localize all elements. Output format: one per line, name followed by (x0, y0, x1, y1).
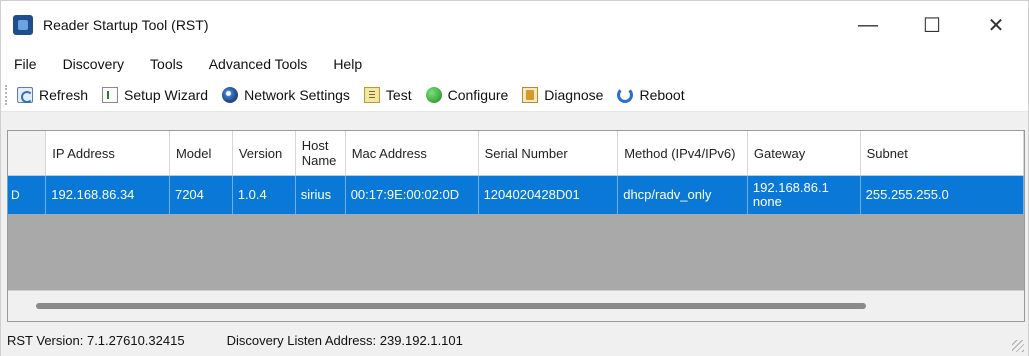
column-mac-address[interactable]: Mac Address (345, 131, 479, 176)
menu-advanced-tools[interactable]: Advanced Tools (196, 56, 321, 72)
reader-grid[interactable]: IP Address Model Version Host Name Mac A… (7, 130, 1025, 322)
discovery-address-label: Discovery Listen Address: 239.192.1.101 (226, 333, 463, 348)
network-settings-button[interactable]: Network Settings (222, 87, 350, 103)
cell-gateway[interactable]: 192.168.86.1 none (747, 175, 861, 214)
scrollbar-thumb[interactable] (36, 303, 866, 309)
row-header-corner (8, 131, 47, 176)
toolbar-grip[interactable] (5, 85, 11, 105)
reboot-button[interactable]: Reboot (617, 87, 685, 103)
resize-grip[interactable] (1012, 340, 1024, 352)
network-globe-icon (222, 87, 239, 103)
app-window: Reader Startup Tool (RST) — ☐ ✕ File Dis… (0, 0, 1029, 356)
app-logo-icon (13, 15, 33, 35)
cell-ip-address[interactable]: 192.168.86.34 (45, 175, 170, 214)
window-controls: — ☐ ✕ (836, 1, 1028, 49)
column-method[interactable]: Method (IPv4/IPv6) (617, 131, 748, 176)
rst-version-label: RST Version: 7.1.27610.32415 (7, 333, 185, 348)
wizard-icon (102, 87, 119, 103)
menu-help[interactable]: Help (320, 56, 375, 72)
network-settings-label: Network Settings (244, 87, 350, 103)
cell-serial-number[interactable]: 1204020428D01 (478, 175, 619, 214)
cell-host-name[interactable]: sirius (295, 175, 346, 214)
cell-version[interactable]: 1.0.4 (232, 175, 296, 214)
column-ip-address[interactable]: IP Address (45, 131, 170, 176)
reader-table: IP Address Model Version Host Name Mac A… (8, 131, 1024, 214)
refresh-label: Refresh (39, 87, 89, 103)
cell-subnet[interactable]: 255.255.255.0 (860, 175, 1024, 214)
menu-file[interactable]: File (1, 56, 50, 72)
menu-tools[interactable]: Tools (137, 56, 196, 72)
title-bar[interactable]: Reader Startup Tool (RST) — ☐ ✕ (1, 1, 1028, 49)
configure-button[interactable]: Configure (425, 87, 509, 103)
setup-wizard-button[interactable]: Setup Wizard (102, 87, 208, 103)
column-host-name[interactable]: Host Name (295, 131, 346, 176)
cell-mac-address[interactable]: 00:17:9E:00:02:0D (345, 175, 479, 214)
column-version[interactable]: Version (232, 131, 296, 176)
test-icon (363, 87, 380, 103)
column-subnet[interactable]: Subnet (860, 131, 1024, 176)
test-label: Test (385, 87, 412, 103)
configure-label: Configure (447, 87, 509, 103)
refresh-button[interactable]: Refresh (17, 87, 88, 103)
close-button[interactable]: ✕ (964, 1, 1028, 49)
reboot-icon (617, 87, 634, 103)
menu-discovery[interactable]: Discovery (50, 56, 137, 72)
diagnose-label: Diagnose (544, 87, 604, 103)
column-gateway[interactable]: Gateway (747, 131, 861, 176)
test-button[interactable]: Test (363, 87, 412, 103)
setup-wizard-label: Setup Wizard (124, 87, 209, 103)
reboot-label: Reboot (639, 87, 685, 103)
configure-icon (425, 87, 442, 103)
refresh-icon (17, 87, 33, 103)
cell-model[interactable]: 7204 (169, 175, 233, 214)
row-marker: D (8, 175, 47, 214)
toolbar: Refresh Setup Wizard Network Settings Te… (1, 79, 1028, 112)
diagnose-icon (522, 87, 539, 103)
menu-bar: File Discovery Tools Advanced Tools Help (1, 49, 1028, 79)
horizontal-scrollbar[interactable] (8, 290, 1024, 321)
cell-method[interactable]: dhcp/radv_only (617, 175, 748, 214)
window-title: Reader Startup Tool (RST) (43, 17, 209, 33)
column-serial-number[interactable]: Serial Number (478, 131, 619, 176)
status-bar: RST Version: 7.1.27610.32415 Discovery L… (1, 325, 1028, 356)
table-row[interactable]: D 192.168.86.34 7204 1.0.4 sirius 00:17:… (8, 175, 1024, 214)
maximize-button[interactable]: ☐ (900, 1, 964, 49)
column-model[interactable]: Model (169, 131, 233, 176)
diagnose-button[interactable]: Diagnose (522, 87, 603, 103)
table-header-row: IP Address Model Version Host Name Mac A… (8, 131, 1024, 176)
minimize-button[interactable]: — (836, 1, 900, 49)
